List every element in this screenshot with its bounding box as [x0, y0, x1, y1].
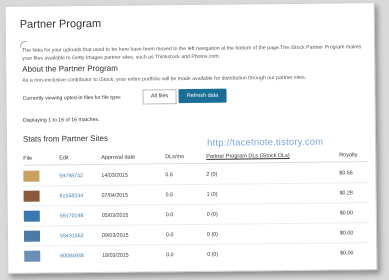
- dls-per-month: 0.5: [165, 192, 174, 199]
- about-heading: About the Partner Program: [22, 63, 118, 74]
- approval-date: 09/03/2015: [101, 232, 129, 239]
- blog-watermark: http://tacetnote.tistory.com: [206, 136, 324, 149]
- file-thumbnail[interactable]: [24, 250, 41, 262]
- approval-date: 18/03/2015: [102, 252, 129, 259]
- about-text: As a non-exclusive contributor to iStock…: [22, 74, 307, 84]
- edit-link[interactable]: 60084938: [60, 253, 84, 259]
- page-title: Partner Program: [19, 17, 102, 31]
- edit-link[interactable]: 59431562: [60, 233, 84, 239]
- table-row: 60084938 18/03/2015 0.0 0 (0) $0.00: [8, 243, 376, 267]
- partner-program-dls: 0 (0): [206, 231, 218, 238]
- royalty: $0.00: [339, 230, 354, 237]
- file-thumbnail[interactable]: [23, 190, 40, 202]
- file-type-filter-label: Currently viewing opted-in files for fil…: [22, 94, 122, 102]
- partner-program-dls: 2 (0): [206, 171, 218, 178]
- dls-per-month: 0.0: [165, 232, 174, 239]
- dls-per-month: 0.0: [166, 252, 174, 259]
- royalty: $0.56: [339, 170, 353, 177]
- column-header-approval-date: Approval date: [101, 154, 136, 161]
- approval-date: 14/03/2015: [101, 172, 128, 179]
- edit-link[interactable]: 59798742: [59, 173, 83, 179]
- royalty: $0.28: [339, 190, 353, 197]
- edit-link[interactable]: 61558244: [60, 193, 84, 199]
- dls-per-month: 0.0: [165, 212, 174, 219]
- notice-text: The links for your uploads that used to …: [22, 44, 362, 62]
- partner-program-dls: 0 (0): [207, 251, 219, 258]
- file-type-select[interactable]: All files: [142, 89, 177, 105]
- column-header-file: File: [23, 155, 33, 162]
- partner-program-dls: 1 (0): [206, 191, 218, 198]
- file-thumbnail[interactable]: [23, 210, 40, 222]
- column-header-partner-program-dls[interactable]: Partner Program DLs (iStock DLs): [206, 153, 290, 160]
- royalty: $0.00: [340, 250, 354, 257]
- dls-per-month: 0.8: [165, 172, 173, 179]
- column-header-edit: Edit: [59, 155, 69, 162]
- partner-program-page: Partner Program The links for your uploa…: [4, 2, 378, 274]
- partner-program-dls: 0 (0): [206, 211, 218, 218]
- approval-date: 05/03/2015: [101, 212, 129, 219]
- approval-date: 07/04/2015: [101, 192, 129, 199]
- column-header-dls-per-month: DLs/mo: [165, 154, 185, 161]
- stats-heading: Stats from Partner Sites: [22, 133, 108, 144]
- results-count: Displaying 1 to 16 of 16 matches.: [22, 116, 100, 124]
- column-header-royalty: Royalty: [339, 152, 358, 159]
- refresh-data-button[interactable]: Refresh data: [178, 88, 227, 104]
- royalty: $0.00: [339, 210, 354, 217]
- file-thumbnail[interactable]: [23, 230, 41, 242]
- file-thumbnail[interactable]: [23, 170, 40, 182]
- edit-link[interactable]: 59170198: [60, 213, 84, 219]
